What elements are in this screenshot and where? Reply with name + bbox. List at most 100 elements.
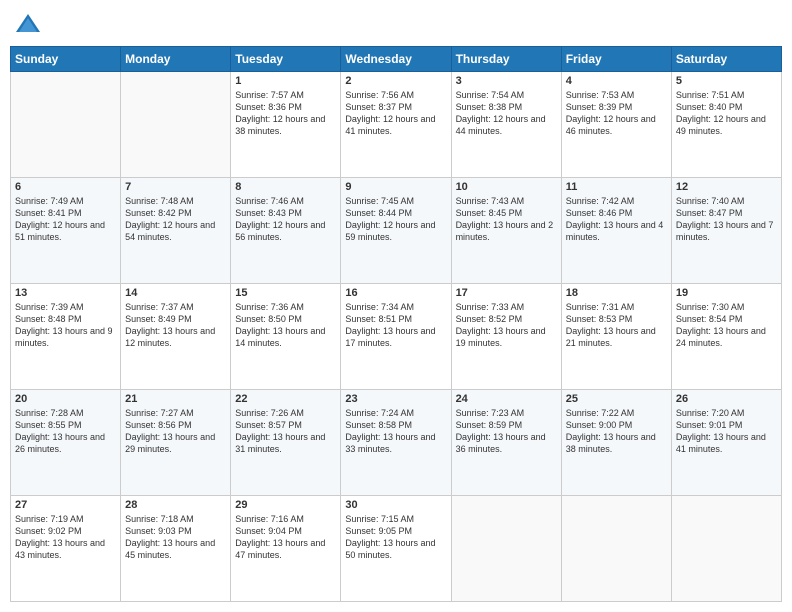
cell-info: Sunrise: 7:43 AMSunset: 8:45 PMDaylight:… [456,195,557,244]
calendar-cell [451,496,561,602]
day-number: 12 [676,181,777,193]
cell-info: Sunrise: 7:51 AMSunset: 8:40 PMDaylight:… [676,89,777,138]
day-number: 13 [15,287,116,299]
col-header-tuesday: Tuesday [231,47,341,72]
calendar-cell: 27 Sunrise: 7:19 AMSunset: 9:02 PMDayligh… [11,496,121,602]
day-number: 23 [345,393,446,405]
calendar-cell: 29Sunrise: 7:16 AMSunset: 9:04 PMDayligh… [231,496,341,602]
week-row-4: 20 Sunrise: 7:28 AMSunset: 8:55 PMDayligh… [11,390,782,496]
cell-info: Sunrise: 7:45 AMSunset: 8:44 PMDaylight:… [345,195,446,244]
day-number: 22 [235,393,336,405]
calendar-cell: 6 Sunrise: 7:49 AMSunset: 8:41 PMDaylight… [11,178,121,284]
cell-info: Sunrise: 7:31 AMSunset: 8:53 PMDaylight:… [566,301,667,350]
calendar-cell: 7Sunrise: 7:48 AMSunset: 8:42 PMDaylight… [121,178,231,284]
cell-info: Sunrise: 7:30 AMSunset: 8:54 PMDaylight:… [676,301,777,350]
cell-info: Sunrise: 7:15 AMSunset: 9:05 PMDaylight:… [345,513,446,562]
calendar-cell: 21 Sunrise: 7:27 AMSunset: 8:56 PMDayligh… [121,390,231,496]
calendar-cell: 10 Sunrise: 7:43 AMSunset: 8:45 PMDayligh… [451,178,561,284]
calendar-cell: 20 Sunrise: 7:28 AMSunset: 8:55 PMDayligh… [11,390,121,496]
cell-info: Sunrise: 7:28 AMSunset: 8:55 PMDaylight:… [15,407,116,456]
logo [14,10,44,38]
col-header-wednesday: Wednesday [341,47,451,72]
calendar-cell: 9 Sunrise: 7:45 AMSunset: 8:44 PMDaylight… [341,178,451,284]
calendar-cell: 24 Sunrise: 7:23 AMSunset: 8:59 PMDayligh… [451,390,561,496]
col-header-sunday: Sunday [11,47,121,72]
calendar-cell: 26Sunrise: 7:20 AMSunset: 9:01 PMDayligh… [671,390,781,496]
cell-info: Sunrise: 7:53 AMSunset: 8:39 PMDaylight:… [566,89,667,138]
calendar-cell: 28 Sunrise: 7:18 AMSunset: 9:03 PMDayligh… [121,496,231,602]
calendar-cell [121,72,231,178]
calendar-cell: 16Sunrise: 7:34 AMSunset: 8:51 PMDayligh… [341,284,451,390]
cell-info: Sunrise: 7:34 AMSunset: 8:51 PMDaylight:… [345,301,446,350]
cell-info: Sunrise: 7:40 AMSunset: 8:47 PMDaylight:… [676,195,777,244]
calendar-cell [671,496,781,602]
day-number: 6 [15,181,116,193]
calendar-cell [11,72,121,178]
day-number: 19 [676,287,777,299]
cell-info: Sunrise: 7:56 AMSunset: 8:37 PMDaylight:… [345,89,446,138]
day-number: 2 [345,75,446,87]
header [10,10,782,38]
calendar-cell: 3 Sunrise: 7:54 AMSunset: 8:38 PMDaylight… [451,72,561,178]
calendar-cell: 1Sunrise: 7:57 AMSunset: 8:36 PMDaylight… [231,72,341,178]
calendar-cell: 25 Sunrise: 7:22 AMSunset: 9:00 PMDayligh… [561,390,671,496]
day-number: 30 [345,499,446,511]
calendar-cell: 8Sunrise: 7:46 AMSunset: 8:43 PMDaylight… [231,178,341,284]
day-number: 27 [15,499,116,511]
calendar-cell: 2 Sunrise: 7:56 AMSunset: 8:37 PMDaylight… [341,72,451,178]
cell-info: Sunrise: 7:22 AMSunset: 9:00 PMDaylight:… [566,407,667,456]
calendar-table: SundayMondayTuesdayWednesdayThursdayFrid… [10,46,782,602]
calendar-cell: 12 Sunrise: 7:40 AMSunset: 8:47 PMDayligh… [671,178,781,284]
day-number: 8 [235,181,336,193]
cell-info: Sunrise: 7:48 AMSunset: 8:42 PMDaylight:… [125,195,226,244]
cell-info: Sunrise: 7:19 AMSunset: 9:02 PMDaylight:… [15,513,116,562]
cell-info: Sunrise: 7:36 AMSunset: 8:50 PMDaylight:… [235,301,336,350]
cell-info: Sunrise: 7:42 AMSunset: 8:46 PMDaylight:… [566,195,667,244]
day-number: 28 [125,499,226,511]
col-header-friday: Friday [561,47,671,72]
calendar-cell: 5 Sunrise: 7:51 AMSunset: 8:40 PMDaylight… [671,72,781,178]
day-number: 17 [456,287,557,299]
cell-info: Sunrise: 7:23 AMSunset: 8:59 PMDaylight:… [456,407,557,456]
day-number: 14 [125,287,226,299]
day-number: 20 [15,393,116,405]
day-number: 18 [566,287,667,299]
header-row: SundayMondayTuesdayWednesdayThursdayFrid… [11,47,782,72]
cell-info: Sunrise: 7:54 AMSunset: 8:38 PMDaylight:… [456,89,557,138]
day-number: 4 [566,75,667,87]
calendar-cell: 15 Sunrise: 7:36 AMSunset: 8:50 PMDayligh… [231,284,341,390]
calendar-cell: 13 Sunrise: 7:39 AMSunset: 8:48 PMDayligh… [11,284,121,390]
calendar-cell: 22 Sunrise: 7:26 AMSunset: 8:57 PMDayligh… [231,390,341,496]
cell-info: Sunrise: 7:26 AMSunset: 8:57 PMDaylight:… [235,407,336,456]
day-number: 15 [235,287,336,299]
day-number: 3 [456,75,557,87]
cell-info: Sunrise: 7:18 AMSunset: 9:03 PMDaylight:… [125,513,226,562]
week-row-2: 6 Sunrise: 7:49 AMSunset: 8:41 PMDaylight… [11,178,782,284]
calendar-cell [561,496,671,602]
calendar-cell: 30 Sunrise: 7:15 AMSunset: 9:05 PMDayligh… [341,496,451,602]
day-number: 11 [566,181,667,193]
day-number: 9 [345,181,446,193]
cell-info: Sunrise: 7:24 AMSunset: 8:58 PMDaylight:… [345,407,446,456]
logo-icon [14,10,42,38]
day-number: 26 [676,393,777,405]
cell-info: Sunrise: 7:57 AMSunset: 8:36 PMDaylight:… [235,89,336,138]
day-number: 10 [456,181,557,193]
week-row-3: 13 Sunrise: 7:39 AMSunset: 8:48 PMDayligh… [11,284,782,390]
col-header-monday: Monday [121,47,231,72]
day-number: 25 [566,393,667,405]
day-number: 24 [456,393,557,405]
cell-info: Sunrise: 7:49 AMSunset: 8:41 PMDaylight:… [15,195,116,244]
calendar-cell: 18 Sunrise: 7:31 AMSunset: 8:53 PMDayligh… [561,284,671,390]
cell-info: Sunrise: 7:39 AMSunset: 8:48 PMDaylight:… [15,301,116,350]
calendar-cell: 17Sunrise: 7:33 AMSunset: 8:52 PMDayligh… [451,284,561,390]
cell-info: Sunrise: 7:16 AMSunset: 9:04 PMDaylight:… [235,513,336,562]
calendar-cell: 19 Sunrise: 7:30 AMSunset: 8:54 PMDayligh… [671,284,781,390]
day-number: 5 [676,75,777,87]
day-number: 21 [125,393,226,405]
cell-info: Sunrise: 7:37 AMSunset: 8:49 PMDaylight:… [125,301,226,350]
week-row-1: 1Sunrise: 7:57 AMSunset: 8:36 PMDaylight… [11,72,782,178]
week-row-5: 27 Sunrise: 7:19 AMSunset: 9:02 PMDayligh… [11,496,782,602]
cell-info: Sunrise: 7:27 AMSunset: 8:56 PMDaylight:… [125,407,226,456]
calendar-cell: 11 Sunrise: 7:42 AMSunset: 8:46 PMDayligh… [561,178,671,284]
